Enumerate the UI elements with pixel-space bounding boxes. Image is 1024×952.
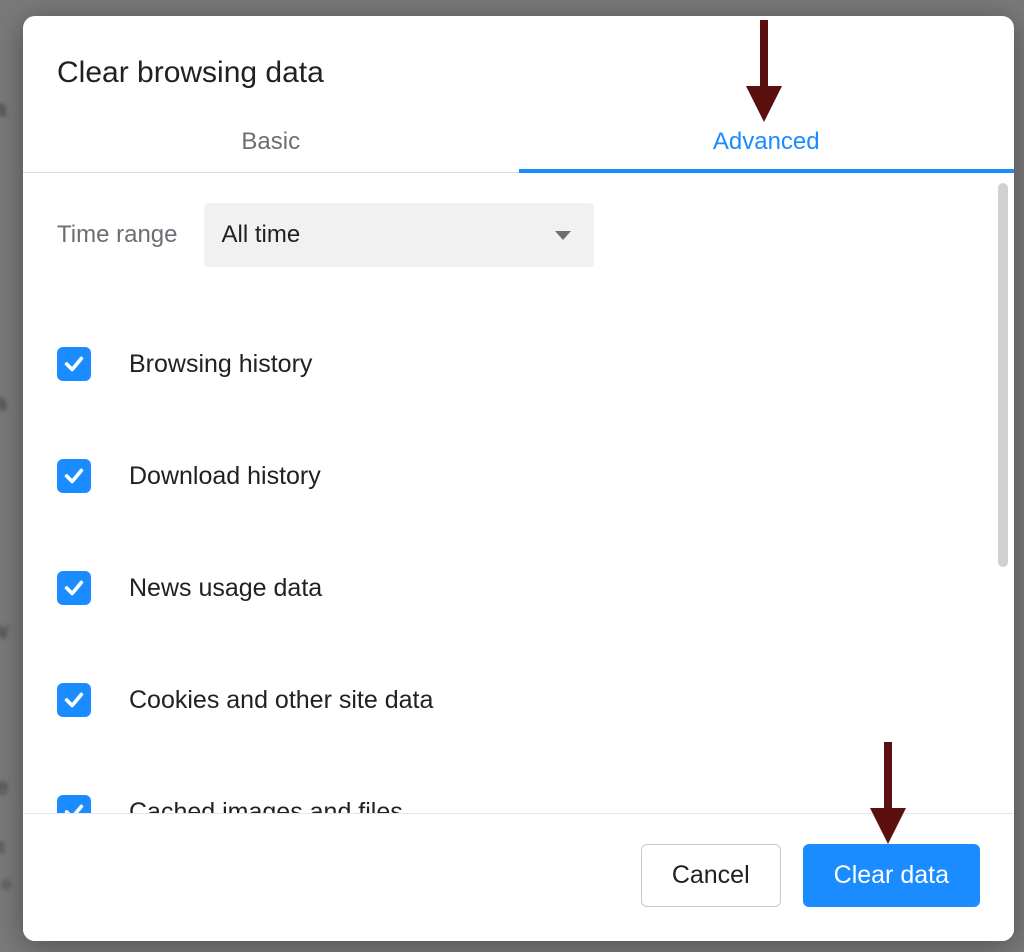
option-row: Browsing history bbox=[57, 327, 980, 401]
chevron-down-icon bbox=[554, 221, 572, 249]
checkbox[interactable] bbox=[57, 795, 91, 813]
scrollbar-thumb[interactable] bbox=[998, 183, 1008, 567]
checkbox[interactable] bbox=[57, 571, 91, 605]
option-label: Browsing history bbox=[129, 350, 312, 379]
cancel-button[interactable]: Cancel bbox=[641, 844, 781, 907]
tabs: Basic Advanced bbox=[23, 114, 1014, 173]
cancel-button-label: Cancel bbox=[672, 861, 750, 889]
dialog-footer: Cancel Clear data bbox=[23, 813, 1014, 941]
clear-data-button-label: Clear data bbox=[834, 861, 949, 889]
tab-advanced[interactable]: Advanced bbox=[519, 114, 1015, 172]
tab-basic[interactable]: Basic bbox=[23, 114, 519, 172]
tab-advanced-label: Advanced bbox=[713, 128, 820, 155]
option-row: Cached images and files bbox=[57, 775, 980, 813]
time-range-value: All time bbox=[222, 221, 301, 249]
option-row: Download history bbox=[57, 439, 980, 513]
checkbox[interactable] bbox=[57, 683, 91, 717]
dialog-title: Clear browsing data bbox=[23, 16, 1014, 90]
checkbox[interactable] bbox=[57, 347, 91, 381]
option-label: Cookies and other site data bbox=[129, 686, 433, 715]
option-label: Cached images and files bbox=[129, 798, 403, 814]
option-row: News usage data bbox=[57, 551, 980, 625]
checkbox[interactable] bbox=[57, 459, 91, 493]
clear-browsing-data-dialog: Clear browsing data Basic Advanced Time … bbox=[23, 16, 1014, 941]
tab-basic-label: Basic bbox=[241, 128, 300, 155]
time-range-row: Time range All time bbox=[57, 203, 980, 267]
scrollbar[interactable] bbox=[998, 183, 1008, 803]
time-range-label: Time range bbox=[57, 221, 178, 249]
time-range-select[interactable]: All time bbox=[204, 203, 594, 267]
dialog-body: Time range All time Browsing history Down… bbox=[23, 173, 1014, 813]
option-label: Download history bbox=[129, 462, 321, 491]
clear-data-button[interactable]: Clear data bbox=[803, 844, 980, 907]
option-row: Cookies and other site data bbox=[57, 663, 980, 737]
option-label: News usage data bbox=[129, 574, 322, 603]
options-scroll-area[interactable]: Time range All time Browsing history Down… bbox=[23, 173, 1014, 813]
